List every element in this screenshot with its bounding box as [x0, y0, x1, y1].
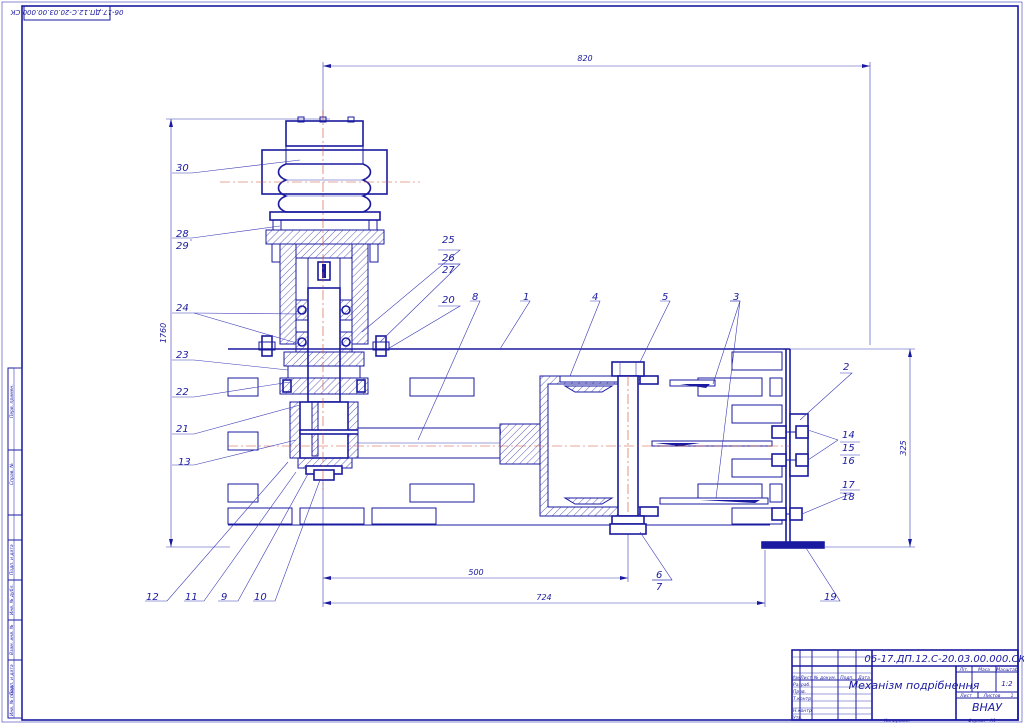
label-30: 30: [176, 163, 189, 174]
side-strip-dup-inv: Инв. № дубл.: [9, 584, 15, 615]
title-block-col-mass: Маса: [978, 667, 990, 673]
title-block-org: ВНАУ: [972, 701, 1003, 714]
side-strip-sign-date-1: Подп. и дата: [9, 544, 15, 575]
format-value: А1: [989, 718, 996, 724]
rotor-assembly: [289, 401, 541, 481]
label-14: 14: [842, 430, 855, 441]
brick-cell: [409, 483, 475, 503]
title-block-sheets-value: 1: [1011, 693, 1014, 699]
outer-frame: [1, 1, 1023, 723]
dimension-500: 500: [322, 470, 629, 607]
right-bolts: [761, 413, 825, 549]
label-20: 20: [442, 295, 455, 306]
label-21: 21: [176, 424, 189, 435]
label-15: 15: [842, 443, 855, 454]
label-8: 8: [472, 292, 478, 303]
label-11: 11: [185, 592, 198, 603]
label-26: 26: [442, 253, 455, 264]
title-block-sheet-label: Лист: [959, 693, 972, 699]
inner-frame: [21, 5, 1019, 721]
position-labels: 30 28 29 24 23 22 21 13 12 11 9 10 25 26…: [146, 163, 860, 603]
brick-cell: [227, 377, 259, 397]
label-29: 29: [176, 241, 189, 252]
brick-cell: [227, 507, 293, 525]
label-17: 17: [842, 480, 855, 491]
motor: [261, 116, 388, 231]
label-4: 4: [592, 292, 598, 303]
title-block-col-lit: Літ.: [959, 667, 969, 673]
title-block-h-sign: Подп.: [840, 675, 854, 681]
brick-cell: [769, 377, 783, 397]
brick-cell: [227, 431, 259, 451]
mirror-stamp: 06-17.ДП.12.С-20.03.00.000.СК: [10, 5, 124, 21]
dim-bottom-724: 724: [536, 593, 551, 602]
label-12: 12: [146, 592, 159, 603]
side-strip: Перв. примен. Справ. № Подп. и дата Инв.…: [7, 367, 23, 719]
label-23: 23: [176, 350, 189, 361]
title-block-col-scale: Масштаб: [996, 667, 1018, 673]
assembly-drawing: 06-17.ДП.12.С-20.03.00.000.СК Перв. прим…: [1, 1, 1024, 724]
label-3: 3: [733, 292, 739, 303]
brick-cell: [371, 507, 437, 525]
title-block-r-ncontrol: Н.контр.: [793, 708, 813, 714]
format-label: Формат: [968, 718, 987, 724]
title-block-r-dev: Разраб.: [793, 682, 811, 688]
title-block-r-tcontrol: Т.контр.: [793, 696, 813, 702]
title-block-r-approve: Утв.: [793, 715, 802, 721]
title-block-r-check: Пров.: [793, 689, 806, 695]
label-5: 5: [662, 292, 668, 303]
label-7: 7: [656, 582, 663, 593]
brick-cell: [731, 351, 783, 371]
dim-bottom-500: 500: [468, 568, 483, 577]
brick-cell: [769, 483, 783, 503]
dim-height-right: 325: [899, 440, 908, 455]
title-block-scale-value: 1:2: [1001, 680, 1013, 688]
label-22: 22: [176, 387, 189, 398]
copied-label: Копировал: [884, 718, 910, 724]
label-1: 1: [523, 292, 529, 303]
brick-cell: [731, 404, 783, 424]
title-block-h-doc: № докум.: [813, 675, 836, 681]
label-6: 6: [656, 570, 662, 581]
dim-height-left: 1760: [159, 323, 168, 343]
label-28: 28: [176, 229, 189, 240]
brick-cell: [409, 377, 475, 397]
side-strip-first-use: Перв. примен.: [9, 384, 15, 418]
label-9: 9: [221, 592, 227, 603]
drawing-sheet: 06-17.ДП.12.С-20.03.00.000.СК Перв. прим…: [0, 0, 1024, 724]
label-16: 16: [842, 456, 855, 467]
title-block: 06-17.ДП.12.С-20.03.00.000.СК Механізм п…: [791, 649, 1024, 721]
title-block-h-list: Лист: [799, 675, 812, 681]
brick-cell: [227, 483, 259, 503]
label-25: 25: [442, 235, 455, 246]
leader-lines: [145, 159, 853, 602]
title-block-doc-number: 06-17.ДП.12.С-20.03.00.000.СК: [864, 654, 1024, 665]
bearing-housing: [258, 229, 390, 403]
title-block-h-date: Дата: [857, 675, 870, 681]
brick-cell: [299, 507, 365, 525]
label-27: 27: [442, 265, 455, 276]
side-strip-orig-inv: Инв. № подл.: [9, 685, 15, 716]
label-18: 18: [842, 492, 855, 503]
side-strip-reference: Справ. №: [9, 463, 15, 485]
label-10: 10: [254, 592, 267, 603]
label-24: 24: [176, 303, 189, 314]
label-19: 19: [824, 592, 837, 603]
label-13: 13: [178, 457, 191, 468]
dimension-724: 724: [323, 550, 766, 607]
mirror-stamp-text: 06-17.ДП.12.С-20.03.00.000.СК: [10, 8, 124, 16]
dim-top-width: 820: [577, 54, 592, 63]
title-block-sheets-label: Листов: [983, 693, 1001, 699]
side-strip-replace-inv: Взам. инв. №: [9, 624, 15, 655]
label-2: 2: [843, 362, 849, 373]
